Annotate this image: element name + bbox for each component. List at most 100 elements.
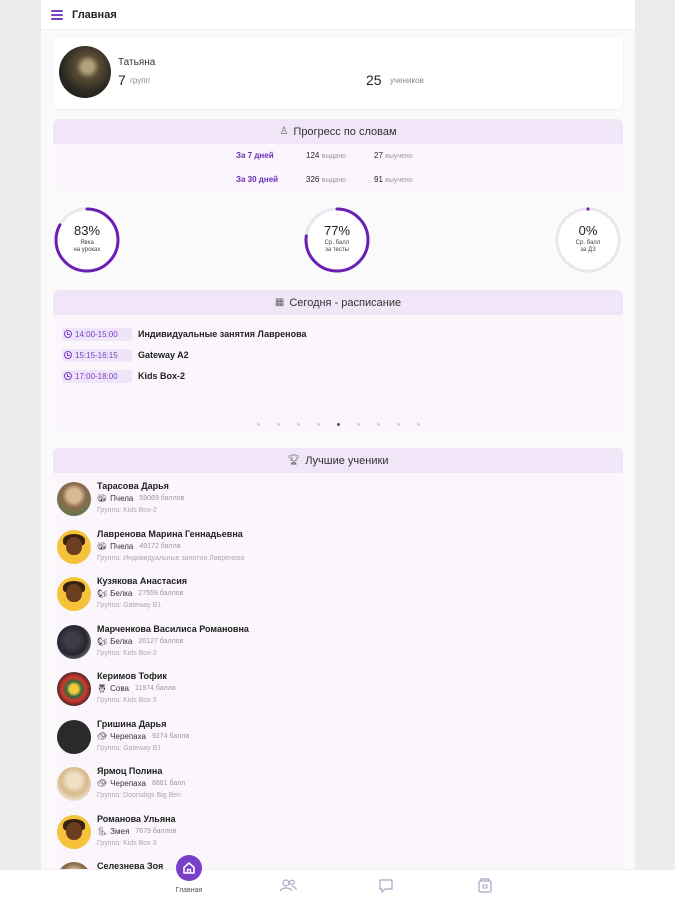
- bee-icon: 🐝︎: [97, 494, 108, 503]
- student-group: Группа: Kids Box 3: [97, 697, 157, 704]
- issued-value: 326: [306, 175, 320, 184]
- learned-label: выучено: [385, 177, 413, 184]
- turtle-icon: 🐢︎: [97, 779, 108, 788]
- students-count: 25: [366, 72, 382, 88]
- student-level-name: Черепаха: [110, 731, 146, 741]
- pager-dot[interactable]: [356, 423, 360, 426]
- hamburger-menu-icon[interactable]: [51, 9, 63, 20]
- student-row[interactable]: Лавренова Марина Геннадьевна 🐝︎ Пчела 49172…: [57, 527, 617, 573]
- groups-count: 7: [118, 72, 126, 88]
- student-avatar[interactable]: [57, 672, 91, 706]
- tests-score-ring[interactable]: 77% Ср. балл за тесты: [303, 206, 371, 274]
- attendance-value: 83%: [73, 223, 101, 238]
- schedule-card: ▦ Сегодня - расписание 14:00-15:00 Индив…: [53, 290, 623, 433]
- pager-dot[interactable]: [316, 423, 320, 426]
- caption-line: за ДЗ: [580, 247, 596, 253]
- student-avatar[interactable]: [57, 814, 91, 849]
- caption-line: Ср. балл: [575, 240, 601, 246]
- student-row[interactable]: Тарасова Дарья 🐝︎ Пчела 59069 баллов Группа:…: [57, 479, 617, 525]
- best-students-title: Лучшие ученики: [305, 454, 389, 467]
- schedule-pager[interactable]: [53, 423, 623, 426]
- issued-label: выдано: [321, 153, 347, 160]
- profile-card[interactable]: Татьяна 7 групп 25 учеников: [53, 37, 623, 109]
- users-icon[interactable]: [268, 870, 308, 900]
- student-group: Группа: Kids Box-2: [97, 649, 157, 657]
- schedule-name: Kids Box-2: [138, 371, 186, 381]
- student-row[interactable]: Марченкова Василиса Романовна 🐿︎ Белка 2012…: [57, 622, 617, 668]
- student-level: 🐿︎ Белка 20127 баллов: [97, 637, 183, 646]
- schedule-item[interactable]: 17:00-18:00 Kids Box-2: [62, 369, 185, 383]
- nav-students[interactable]: [268, 870, 308, 900]
- student-points: 8881 балл: [151, 780, 186, 787]
- schedule-item[interactable]: 14:00-15:00 Индивидуальные занятия Лавре…: [62, 327, 306, 341]
- caption-line: Явка: [80, 240, 94, 246]
- pager-dot[interactable]: [256, 423, 260, 426]
- nav-chat[interactable]: [366, 870, 406, 900]
- student-avatar[interactable]: [57, 624, 91, 659]
- pager-dot[interactable]: [416, 423, 420, 426]
- student-group: Группа: Doorsdigs Big Ben: [97, 792, 182, 799]
- student-row[interactable]: Керимов Тофик 🦉︎ Сова 11974 балла Группа: Ki…: [57, 669, 617, 715]
- student-name: Гришина Дарья: [97, 718, 167, 729]
- pager-dot[interactable]: [396, 423, 400, 426]
- caption-line: Ср. балл: [324, 240, 350, 246]
- page-title: Главная: [72, 8, 117, 21]
- student-row[interactable]: Ярмоц Полина 🐢︎ Черепаха 8881 балл Группа: D…: [57, 764, 617, 810]
- learned-value: 27: [374, 151, 383, 160]
- nav-home-label: Главная: [175, 887, 203, 894]
- student-avatar[interactable]: [57, 577, 91, 611]
- word-progress-card: ♙ Прогресс по словам За 7 дней 124 выдан…: [53, 119, 623, 191]
- schedule-time: 15:15-16:15: [62, 348, 132, 362]
- schedule-header: ▦ Сегодня - расписание: [53, 290, 623, 315]
- pager-dot[interactable]: [296, 423, 300, 426]
- pager-dot[interactable]: [336, 423, 340, 426]
- student-row[interactable]: Романова Ульяна 🐍︎ Змея 7679 баллов Группа: …: [57, 812, 617, 858]
- squirrel-icon: 🐿︎: [97, 589, 108, 598]
- issued-label: выдано: [321, 177, 347, 184]
- student-level: 🐝︎ Пчела 59069 баллов: [97, 494, 184, 503]
- attendance-ring[interactable]: 83% Явка на уроках: [53, 206, 121, 274]
- wallet-icon[interactable]: [465, 870, 505, 900]
- bee-icon: 🐝︎: [97, 541, 108, 551]
- best-students-header: 🏆︎ Лучшие ученики: [53, 448, 623, 473]
- schedule-name: Gateway A2: [138, 350, 189, 360]
- student-avatar[interactable]: [57, 719, 91, 754]
- student-row[interactable]: Кузякова Анастасия 🐿︎ Белка 27559 баллов Гру…: [57, 574, 617, 620]
- student-group: Группа: Gateway B1: [97, 744, 162, 752]
- student-level-name: Белка: [110, 589, 133, 598]
- student-row[interactable]: Гришина Дарья 🐢︎ Черепаха 9274 балла Группа:…: [57, 717, 617, 763]
- progress-learned: 27 выучено: [374, 151, 413, 160]
- pager-dot[interactable]: [276, 423, 280, 426]
- nav-wallet[interactable]: [465, 870, 505, 900]
- student-name: Лавренова Марина Геннадьевна: [97, 528, 243, 539]
- home-icon[interactable]: [176, 855, 202, 881]
- schedule-name: Индивидуальные занятия Лавренова: [138, 329, 307, 339]
- schedule-item[interactable]: 15:15-16:15 Gateway A2: [62, 348, 189, 362]
- homework-score-ring[interactable]: 0% Ср. балл за ДЗ: [554, 206, 622, 274]
- caption-line: за тесты: [325, 247, 349, 253]
- homework-score-value: 0%: [578, 223, 598, 238]
- student-name: Тарасова Дарья: [97, 481, 169, 491]
- student-points: 7679 баллов: [135, 827, 177, 835]
- student-points: 27559 баллов: [138, 590, 184, 597]
- student-avatar[interactable]: [57, 767, 91, 801]
- clock-icon: [64, 372, 72, 380]
- attendance-caption: Явка на уроках: [53, 240, 121, 254]
- nav-home[interactable]: Главная: [169, 855, 209, 900]
- student-level: 🐿︎ Белка 27559 баллов: [97, 589, 183, 598]
- chat-icon[interactable]: [366, 870, 406, 900]
- student-points: 49172 балла: [139, 542, 181, 550]
- word-progress-header: ♙ Прогресс по словам: [53, 119, 623, 144]
- student-points: 59069 баллов: [139, 495, 185, 502]
- student-name: Керимов Тофик: [97, 671, 167, 681]
- student-points: 9274 балла: [151, 732, 190, 740]
- trophy-icon: 🏆︎: [287, 455, 301, 466]
- student-avatar[interactable]: [57, 482, 91, 516]
- student-points: 20127 баллов: [138, 637, 184, 645]
- student-avatar[interactable]: [57, 529, 91, 564]
- pager-dot[interactable]: [376, 423, 380, 426]
- top-bar: Главная: [41, 0, 635, 30]
- progress-period: За 7 дней: [236, 151, 274, 160]
- user-avatar[interactable]: [59, 46, 111, 98]
- schedule-time-text: 17:00-18:00: [75, 371, 118, 381]
